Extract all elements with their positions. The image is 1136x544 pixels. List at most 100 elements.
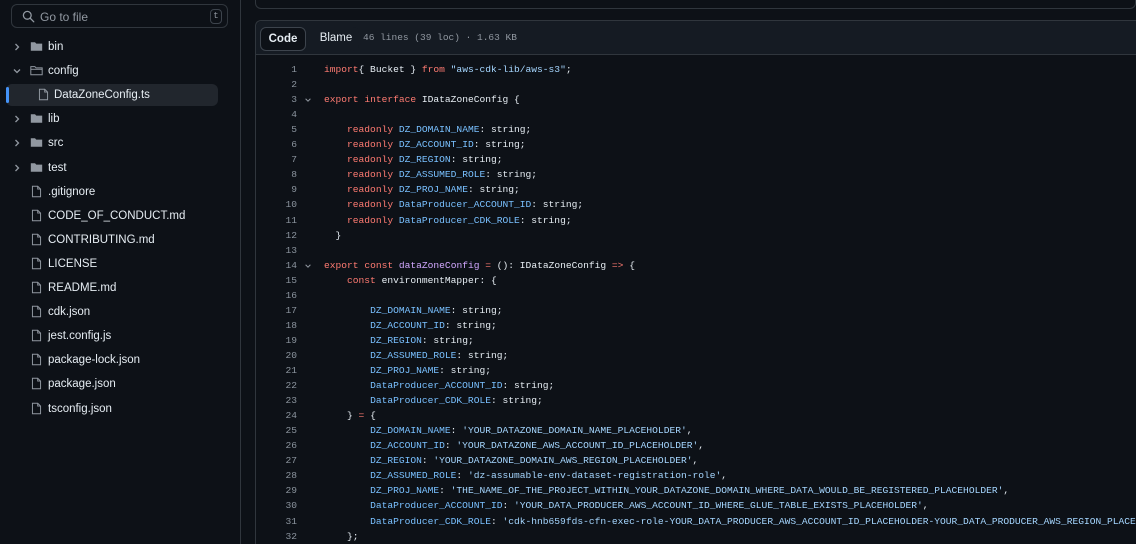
tree-file[interactable]: cdk.json <box>0 301 218 323</box>
blame-tab[interactable]: Blame <box>310 27 362 51</box>
code-line: 20 DZ_ASSUMED_ROLE: string; <box>256 348 1136 363</box>
line-source: readonly DataProducer_CDK_ROLE: string; <box>347 214 572 226</box>
file-icon <box>31 305 42 318</box>
tree-folder[interactable]: config <box>0 60 218 82</box>
fold-chevron-icon[interactable] <box>304 96 312 104</box>
tree-file[interactable]: jest.config.js <box>0 325 218 347</box>
line-source: DZ_DOMAIN_NAME: string; <box>370 304 503 316</box>
line-number[interactable]: 30 <box>256 498 297 513</box>
line-number[interactable]: 23 <box>256 393 297 408</box>
line-number[interactable]: 21 <box>256 363 297 378</box>
line-source: export const dataZoneConfig = (): IDataZ… <box>324 259 635 271</box>
code-view[interactable]: 1 import{ Bucket } from "aws-cdk-lib/aws-… <box>256 57 1136 544</box>
code-line: 26 DZ_ACCOUNT_ID: 'YOUR_DATAZONE_AWS_ACC… <box>256 438 1136 453</box>
line-source: DZ_ASSUMED_ROLE: 'dz-assumable-env-datas… <box>370 470 728 482</box>
line-number[interactable]: 4 <box>256 107 297 122</box>
folder-icon <box>30 162 43 172</box>
line-source: DZ_PROJ_NAME: 'THE_NAME_OF_THE_PROJECT_W… <box>370 485 1010 497</box>
line-number[interactable]: 26 <box>256 438 297 453</box>
line-source: readonly DZ_ASSUMED_ROLE: string; <box>347 169 538 181</box>
tree-file[interactable]: .gitignore <box>0 181 218 203</box>
line-number[interactable]: 29 <box>256 483 297 498</box>
line-number[interactable]: 27 <box>256 453 297 468</box>
line-number[interactable]: 15 <box>256 273 297 288</box>
code-line: 30 DataProducer_ACCOUNT_ID: 'YOUR_DATA_P… <box>256 498 1136 513</box>
line-number[interactable]: 10 <box>256 197 297 212</box>
line-number[interactable]: 19 <box>256 333 297 348</box>
chevron-right-icon <box>15 115 20 123</box>
line-number[interactable]: 13 <box>256 243 297 258</box>
line-number[interactable]: 3 <box>256 92 297 107</box>
line-number[interactable]: 5 <box>256 122 297 137</box>
line-source: } <box>324 229 342 241</box>
tree-folder[interactable]: test <box>0 157 218 179</box>
tree-file[interactable]: tsconfig.json <box>0 398 218 420</box>
tree-file[interactable]: CONTRIBUTING.md <box>0 229 218 251</box>
tree-file[interactable]: package.json <box>0 373 218 395</box>
code-line: 19 DZ_REGION: string; <box>256 333 1136 348</box>
code-line: 2 <box>256 77 1136 92</box>
folder-icon <box>30 138 43 148</box>
go-to-file-search[interactable]: Go to file t <box>11 4 228 28</box>
code-line: 23 DataProducer_CDK_ROLE: string; <box>256 393 1136 408</box>
line-source: DataProducer_ACCOUNT_ID: 'YOUR_DATA_PROD… <box>370 500 929 512</box>
tree-file[interactable]: package-lock.json <box>0 349 218 371</box>
line-number[interactable]: 1 <box>256 62 297 77</box>
line-number[interactable]: 8 <box>256 167 297 182</box>
line-number[interactable]: 2 <box>256 77 297 92</box>
tree-file[interactable]: README.md <box>0 277 218 299</box>
line-number[interactable]: 11 <box>256 213 297 228</box>
line-number[interactable]: 28 <box>256 468 297 483</box>
line-number[interactable]: 31 <box>256 514 297 529</box>
line-source: export interface IDataZoneConfig { <box>324 94 520 106</box>
line-source: DZ_ACCOUNT_ID: 'YOUR_DATAZONE_AWS_ACCOUN… <box>370 440 704 452</box>
tree-item-label: config <box>48 65 79 78</box>
file-icon <box>31 281 42 294</box>
file-icon <box>31 329 42 342</box>
line-number[interactable]: 18 <box>256 318 297 333</box>
code-line: 10 readonly DataProducer_ACCOUNT_ID: str… <box>256 197 1136 212</box>
line-source: }; <box>324 530 359 542</box>
line-number[interactable]: 20 <box>256 348 297 363</box>
line-number[interactable]: 17 <box>256 303 297 318</box>
line-number[interactable]: 16 <box>256 288 297 303</box>
line-number[interactable]: 7 <box>256 152 297 167</box>
chevron-down-icon <box>13 69 21 74</box>
code-tab[interactable]: Code <box>260 27 306 51</box>
line-source: DZ_ACCOUNT_ID: string; <box>370 319 497 331</box>
code-line: 17 DZ_DOMAIN_NAME: string; <box>256 303 1136 318</box>
file-icon <box>31 378 42 390</box>
folder-icon <box>30 114 43 124</box>
tree-folder[interactable]: lib <box>0 108 218 130</box>
line-number[interactable]: 14 <box>256 258 297 273</box>
tree-file[interactable]: CODE_OF_CONDUCT.md <box>0 205 218 227</box>
line-source: readonly DataProducer_ACCOUNT_ID: string… <box>347 199 584 211</box>
line-number[interactable]: 9 <box>256 182 297 197</box>
code-line: 8 readonly DZ_ASSUMED_ROLE: string; <box>256 167 1136 182</box>
search-icon <box>22 10 35 23</box>
line-number[interactable]: 32 <box>256 529 297 544</box>
tree-item-label: LICENSE <box>48 257 98 270</box>
line-number[interactable]: 12 <box>256 228 297 243</box>
tree-file[interactable]: DataZoneConfig.ts <box>6 84 218 107</box>
tree-folder[interactable]: src <box>0 132 218 154</box>
file-toolbar: Code Blame 46 lines (39 loc) · 1.63 KB <box>256 21 1136 55</box>
search-placeholder: Go to file <box>40 10 89 24</box>
code-line: 11 readonly DataProducer_CDK_ROLE: strin… <box>256 213 1136 228</box>
fold-chevron-icon[interactable] <box>304 262 312 270</box>
folder-open-icon <box>30 66 43 76</box>
tree-item-label: DataZoneConfig.ts <box>54 89 150 102</box>
code-line: 25 DZ_DOMAIN_NAME: 'YOUR_DATAZONE_DOMAIN… <box>256 423 1136 438</box>
tree-file[interactable]: LICENSE <box>0 253 218 275</box>
code-line: 13 <box>256 243 1136 258</box>
line-source: DZ_ASSUMED_ROLE: string; <box>370 349 509 361</box>
line-source: readonly DZ_REGION: string; <box>347 154 503 166</box>
tree-folder[interactable]: bin <box>0 36 218 58</box>
code-line: 6 readonly DZ_ACCOUNT_ID: string; <box>256 137 1136 152</box>
line-number[interactable]: 25 <box>256 423 297 438</box>
line-number[interactable]: 24 <box>256 408 297 423</box>
code-line: 18 DZ_ACCOUNT_ID: string; <box>256 318 1136 333</box>
line-number[interactable]: 22 <box>256 378 297 393</box>
code-line: 9 readonly DZ_PROJ_NAME: string; <box>256 182 1136 197</box>
line-number[interactable]: 6 <box>256 137 297 152</box>
